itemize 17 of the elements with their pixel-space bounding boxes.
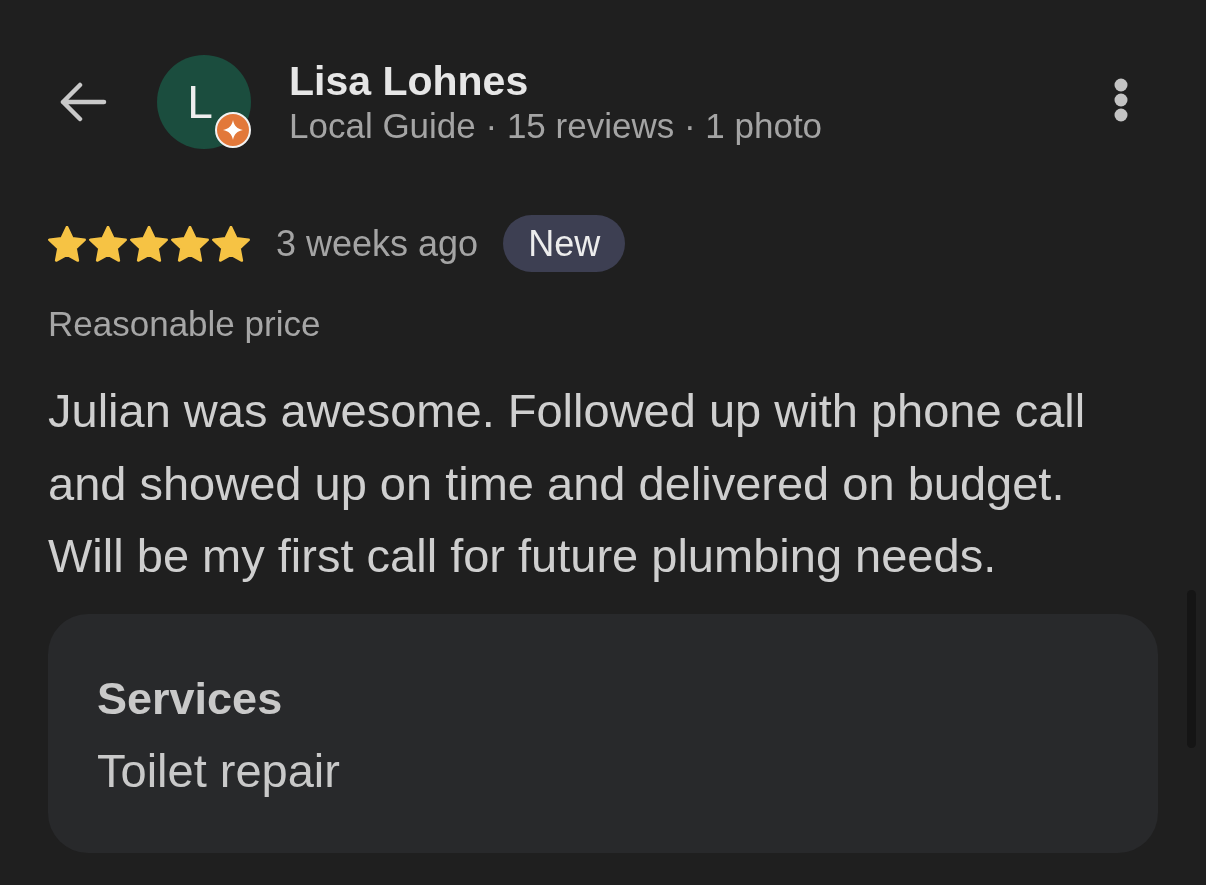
services-heading: Services (97, 671, 283, 726)
review-text: Julian was awesome. Followed up with phone call and showed up on time and delivered on budget. Will be my first call for future plumbing needs. (48, 383, 1087, 584)
star-icon (130, 225, 168, 262)
reviewer-name[interactable]: Lisa Lohnes (289, 57, 529, 105)
star-icon (89, 225, 127, 262)
review-time: 3 weeks ago (276, 222, 479, 265)
star-icon (171, 225, 209, 262)
review-attribute: Reasonable price (48, 304, 321, 344)
star-icon (212, 225, 250, 262)
new-label: New (503, 215, 626, 272)
reviewer-details: Local Guide · 15 reviews · 1 photo (289, 105, 823, 147)
back-button[interactable] (58, 80, 108, 124)
back-arrow-icon (59, 82, 107, 122)
service-item: Toilet repair (97, 742, 340, 799)
local-guide-badge-icon (215, 112, 251, 148)
star-icon (48, 225, 86, 262)
more-options-icon (1113, 78, 1129, 122)
